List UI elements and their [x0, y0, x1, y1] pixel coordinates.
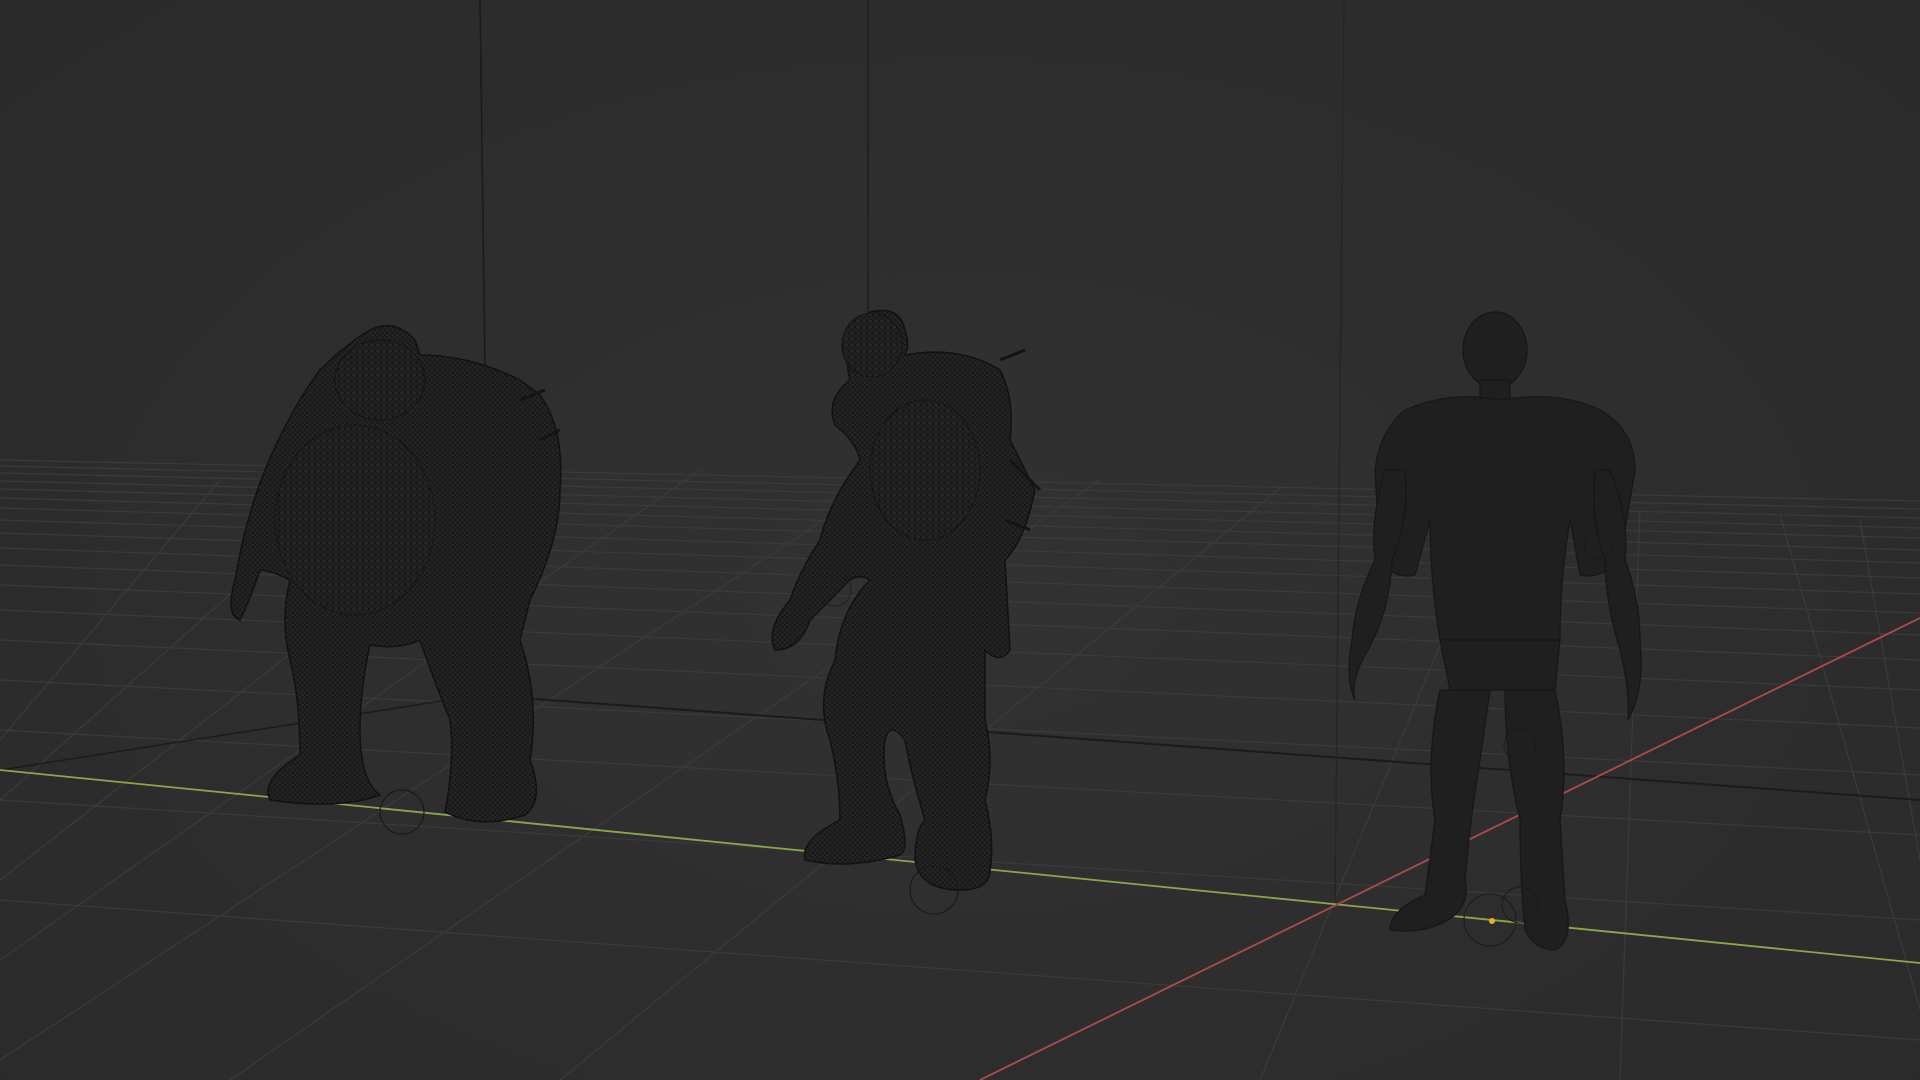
object-origin-dot[interactable] — [1489, 918, 1495, 924]
3d-viewport[interactable] — [0, 0, 1920, 1080]
vertical-line-3 — [1334, 0, 1345, 906]
dark-ground-line-left — [0, 694, 481, 771]
zombie-creature-mesh[interactable] — [771, 309, 1042, 915]
dark-ground-line — [479, 694, 1920, 801]
fat-creature-mesh[interactable] — [230, 325, 562, 835]
robot-humanoid-mesh[interactable] — [1348, 311, 1642, 951]
viewport-scene[interactable] — [0, 0, 1920, 1080]
vertical-line-1 — [479, 0, 486, 371]
